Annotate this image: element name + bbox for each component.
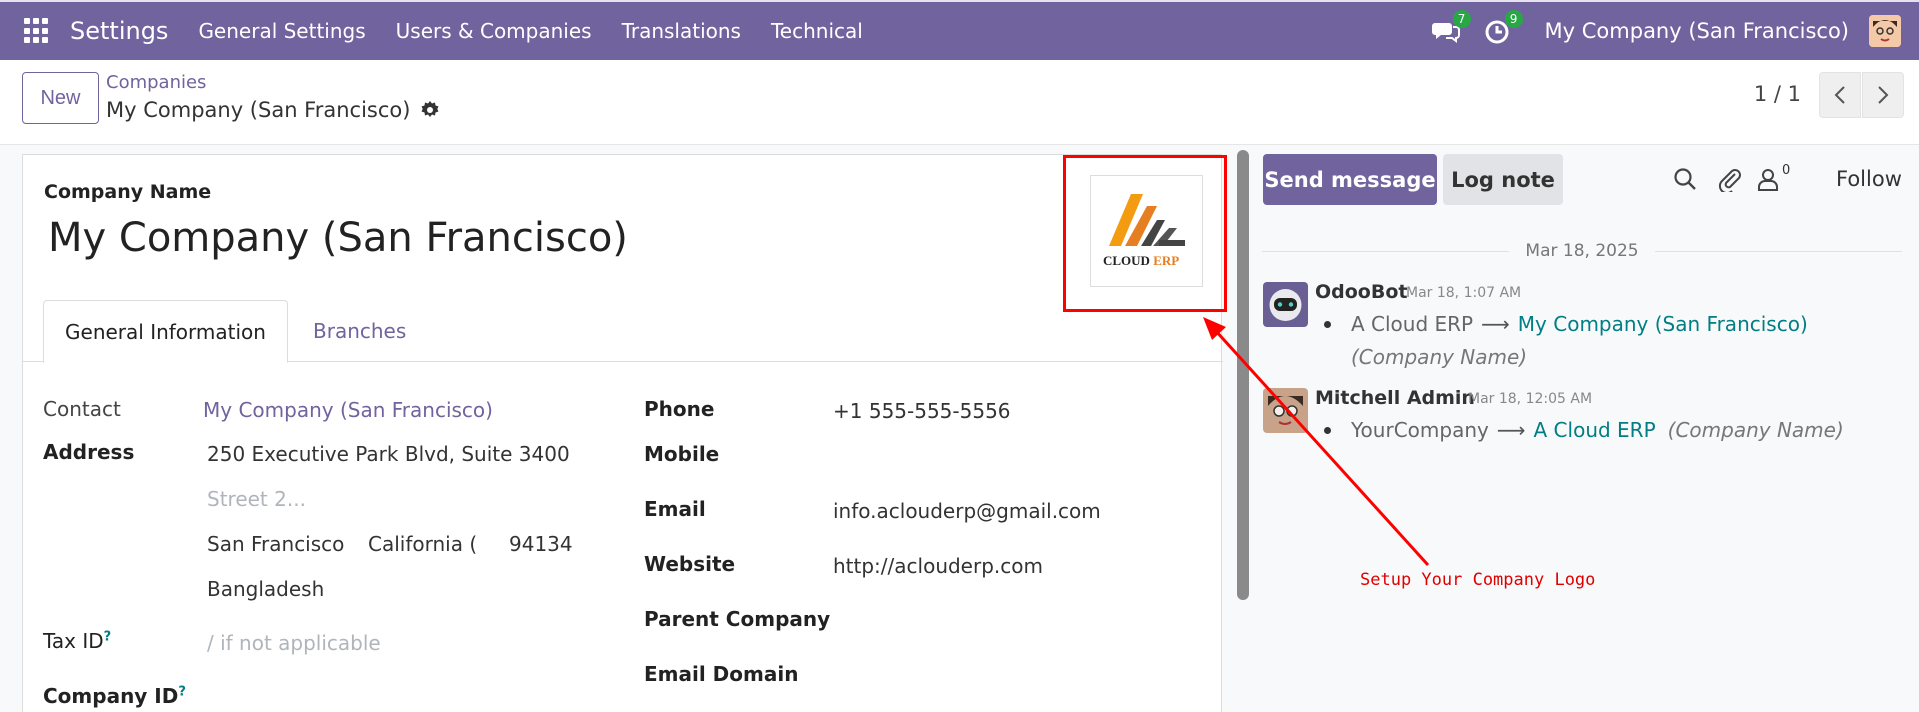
menu-translations[interactable]: Translations: [622, 19, 741, 43]
address-label: Address: [43, 440, 135, 464]
top-navbar: Settings General Settings Users & Compan…: [0, 0, 1919, 60]
new-button[interactable]: New: [22, 72, 99, 124]
activities-badge: 9: [1504, 10, 1523, 28]
contact-field[interactable]: My Company (San Francisco): [203, 398, 493, 422]
tracking-value-line: YourCompany ⟶ A Cloud ERP (Company Name): [1324, 418, 1844, 442]
state-field[interactable]: California (U: [368, 532, 478, 556]
contact-label: Contact: [43, 397, 121, 421]
message-time: Mar 18, 12:05 AM: [1468, 391, 1593, 407]
chevron-right-icon: [1878, 86, 1889, 104]
pager-previous-button[interactable]: [1819, 72, 1861, 118]
company-id-label-text: Company ID: [43, 684, 179, 708]
company-switcher[interactable]: My Company (San Francisco): [1545, 19, 1849, 43]
company-id-label: Company ID?: [43, 684, 186, 708]
breadcrumb-current-label: My Company (San Francisco): [106, 98, 411, 122]
annotation-text: Setup Your Company Logo: [1360, 570, 1596, 590]
menu-general-settings[interactable]: General Settings: [198, 19, 365, 43]
scroll-up-icon[interactable]: [1236, 148, 1250, 158]
company-name-input[interactable]: My Company (San Francisco): [48, 215, 628, 261]
city-field[interactable]: San Francisco: [207, 532, 344, 556]
tracking-new-value: A Cloud ERP: [1533, 418, 1656, 442]
tracking-old-value: A Cloud ERP: [1351, 312, 1474, 336]
message-time: Mar 18, 1:07 AM: [1406, 285, 1522, 301]
bullet: [1324, 426, 1331, 434]
form-sheet: Company Name My Company (San Francisco) …: [22, 154, 1223, 712]
tab-branches[interactable]: Branches: [313, 300, 406, 362]
messages-badge: 7: [1452, 10, 1471, 28]
help-icon[interactable]: ?: [178, 684, 186, 699]
app-name[interactable]: Settings: [70, 17, 168, 45]
paperclip-icon[interactable]: [1717, 166, 1743, 192]
menu-technical[interactable]: Technical: [771, 19, 863, 43]
company-name-label: Company Name: [44, 181, 212, 203]
notebook-tabs: General Information Branches: [23, 300, 1223, 363]
activities-clock-icon[interactable]: 9: [1483, 10, 1523, 46]
parent-company-field[interactable]: [833, 609, 1193, 633]
website-label: Website: [644, 552, 736, 576]
date-separator: Mar 18, 2025: [1262, 240, 1902, 262]
zip-field[interactable]: 94134: [509, 532, 573, 556]
chevron-left-icon: [1834, 86, 1845, 104]
pager-value[interactable]: 1 / 1: [1754, 82, 1801, 106]
tracking-new-value: My Company (San Francisco): [1517, 312, 1808, 336]
tracking-value-line: A Cloud ERP ⟶ My Company (San Francisco): [1324, 312, 1808, 336]
followers-count: 0: [1782, 163, 1791, 178]
form-scrollbar[interactable]: [1237, 150, 1249, 600]
tax-id-label: Tax ID?: [43, 629, 111, 653]
email-domain-label: Email Domain: [644, 662, 799, 686]
send-message-button[interactable]: Send message: [1263, 154, 1437, 205]
messages-icon[interactable]: 7: [1431, 10, 1471, 46]
parent-company-label: Parent Company: [644, 607, 831, 631]
website-field[interactable]: http://aclouderp.com: [833, 554, 1043, 578]
menu-users-companies[interactable]: Users & Companies: [396, 19, 592, 43]
email-field[interactable]: info.aclouderp@gmail.com: [833, 499, 1101, 523]
breadcrumb-current: My Company (San Francisco): [106, 98, 440, 122]
log-note-button[interactable]: Log note: [1443, 154, 1563, 205]
phone-label: Phone: [644, 397, 715, 421]
tab-general-information[interactable]: General Information: [43, 300, 288, 363]
pager-next-button[interactable]: [1862, 72, 1904, 118]
country-field[interactable]: Bangladesh: [207, 577, 324, 601]
street2-field[interactable]: Street 2...: [207, 487, 306, 511]
email-label: Email: [644, 497, 706, 521]
long-arrow-right-icon: ⟶: [1496, 418, 1526, 442]
bullet: [1324, 320, 1331, 328]
odoobot-avatar[interactable]: [1263, 282, 1308, 327]
tracking-old-value: YourCompany: [1351, 418, 1489, 442]
search-icon[interactable]: [1672, 166, 1698, 192]
gear-icon[interactable]: [420, 100, 440, 120]
mobile-label: Mobile: [644, 442, 720, 466]
mobile-field[interactable]: [833, 444, 1193, 468]
street-field[interactable]: 250 Executive Park Blvd, Suite 3400: [207, 442, 570, 466]
tax-id-field[interactable]: / if not applicable: [207, 631, 381, 655]
followers-icon[interactable]: [1755, 166, 1781, 192]
phone-field[interactable]: +1 555-555-5556: [833, 399, 1011, 423]
follow-button[interactable]: Follow: [1836, 167, 1902, 191]
annotation-highlight-box: [1063, 155, 1227, 312]
message-author[interactable]: Mitchell Admin: [1315, 387, 1475, 409]
control-panel: New Companies My Company (San Francisco)…: [0, 60, 1919, 145]
help-icon[interactable]: ?: [104, 629, 112, 644]
tax-id-label-text: Tax ID: [43, 629, 104, 653]
long-arrow-right-icon: ⟶: [1481, 312, 1510, 336]
tracking-field-name: (Company Name): [1351, 345, 1528, 369]
apps-menu-icon[interactable]: [24, 18, 50, 44]
date-separator-label: Mar 18, 2025: [1525, 241, 1639, 261]
breadcrumb-companies[interactable]: Companies: [106, 72, 206, 93]
tracking-field-name: (Company Name): [1667, 418, 1844, 442]
mitchell-admin-avatar[interactable]: [1263, 388, 1308, 433]
message-author[interactable]: OdooBot: [1315, 281, 1407, 303]
user-avatar[interactable]: [1869, 15, 1901, 47]
